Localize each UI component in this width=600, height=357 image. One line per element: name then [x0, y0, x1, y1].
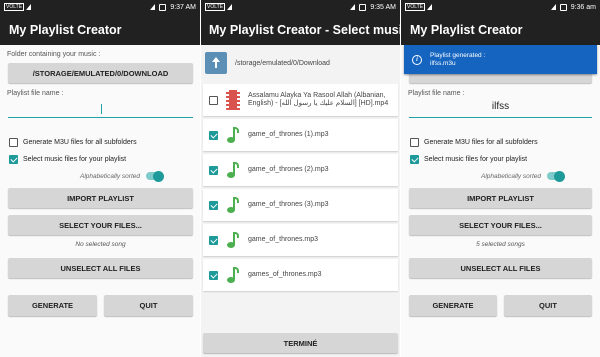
m3u-subfolders-option[interactable]: Generate M3U files for all subfolders	[410, 138, 538, 147]
file-name: game_of_thrones.mp3	[248, 236, 319, 243]
file-checkbox[interactable]	[209, 130, 218, 140]
wifi-icon	[150, 4, 156, 10]
generate-button[interactable]: GENERATE	[8, 295, 97, 316]
import-playlist-button[interactable]: IMPORT PLAYLIST	[409, 188, 592, 208]
sort-label: Alphabetically sorted	[80, 172, 140, 180]
selection-info: No selected song	[75, 241, 126, 248]
file-row-3[interactable]: game_of_thrones (3).mp3	[203, 189, 398, 221]
music-note-icon	[226, 161, 240, 179]
music-note-icon	[226, 231, 240, 249]
file-checkbox[interactable]	[209, 235, 218, 245]
done-button[interactable]: TERMINÉ	[203, 333, 398, 353]
file-row-5[interactable]: games_of_thrones.mp3	[203, 259, 398, 291]
m3u-subfolders-checkbox[interactable]	[9, 138, 18, 147]
divider	[400, 0, 401, 357]
playlist-name-label: Playlist file name :	[408, 90, 465, 97]
select-files-checkbox[interactable]	[410, 155, 419, 164]
unselect-all-button[interactable]: UNSELECT ALL FILES	[8, 258, 193, 278]
status-bar: VOLTE 9:35 AM	[201, 0, 400, 14]
music-note-icon	[226, 126, 240, 144]
sort-toggle[interactable]	[145, 170, 164, 182]
screenshot-collage: VOLTE 9:37 AM My Playlist Creator Folder…	[0, 0, 600, 357]
file-name: Assalamu Alayka Ya Rasool Allah (Albania…	[248, 92, 389, 107]
m3u-subfolders-label: Generate M3U files for all subfolders	[424, 139, 538, 146]
toast-message: Playlist generated : ilfss.m3u	[430, 51, 486, 67]
current-path: /storage/emulated/0/Download	[235, 59, 330, 67]
m3u-subfolders-checkbox[interactable]	[410, 138, 419, 147]
folder-button[interactable]: /STORAGE/EMULATED/0/DOWNLOAD	[8, 63, 193, 83]
playlist-name-label: Playlist file name :	[7, 90, 64, 97]
m3u-subfolders-option[interactable]: Generate M3U files for all subfolders	[9, 138, 137, 147]
status-time: 9:36 am	[570, 3, 596, 11]
status-bar: VOLTE 9:37 AM	[0, 0, 200, 14]
music-note-icon	[226, 266, 240, 284]
signal-icon	[427, 4, 433, 10]
select-files-option[interactable]: Select music files for your playlist	[9, 155, 126, 164]
text-cursor	[100, 104, 102, 114]
select-files-button[interactable]: SELECT YOUR FILES...	[409, 215, 592, 235]
info-icon: i	[412, 54, 422, 65]
app-title: My Playlist Creator - Select music...	[201, 14, 400, 45]
select-files-button[interactable]: SELECT YOUR FILES...	[8, 215, 193, 235]
status-time: 9:35 AM	[370, 3, 396, 11]
playlist-name-input[interactable]: ilfss	[409, 101, 592, 118]
music-note-icon	[226, 196, 240, 214]
import-playlist-button[interactable]: IMPORT PLAYLIST	[8, 188, 193, 208]
screen-main-empty: VOLTE 9:37 AM My Playlist Creator Folder…	[0, 0, 200, 357]
signal-icon	[227, 4, 233, 10]
file-checkbox[interactable]	[209, 200, 218, 210]
file-name: game_of_thrones (2).mp3	[248, 166, 329, 173]
status-time: 9:37 AM	[170, 3, 196, 11]
sort-option[interactable]: Alphabetically sorted	[80, 170, 164, 182]
screen-select-music: VOLTE 9:35 AM My Playlist Creator - Sele…	[201, 0, 400, 357]
file-name: game_of_thrones (1).mp3	[248, 131, 329, 138]
folder-label: Folder containing your music :	[7, 51, 101, 58]
playlist-name-input[interactable]	[8, 101, 193, 118]
volte-badge: VOLTE	[4, 3, 25, 11]
divider	[200, 0, 201, 357]
playlist-generated-toast: i Playlist generated : ilfss.m3u	[404, 45, 597, 74]
battery-icon	[359, 3, 367, 11]
sort-label: Alphabetically sorted	[481, 172, 541, 180]
select-files-option[interactable]: Select music files for your playlist	[410, 155, 527, 164]
quit-button[interactable]: QUIT	[104, 295, 193, 316]
status-bar: VOLTE 9:36 am	[401, 0, 600, 14]
current-folder-row: /storage/emulated/0/Download	[201, 45, 400, 81]
sort-toggle[interactable]	[546, 170, 565, 182]
file-name: game_of_thrones (3).mp3	[248, 201, 329, 208]
battery-icon	[559, 3, 567, 11]
volte-badge: VOLTE	[205, 3, 226, 11]
file-row-2[interactable]: game_of_thrones (2).mp3	[203, 154, 398, 186]
unselect-all-button[interactable]: UNSELECT ALL FILES	[409, 258, 592, 278]
volte-badge: VOLTE	[405, 3, 426, 11]
file-row-1[interactable]: game_of_thrones (1).mp3	[203, 119, 398, 151]
battery-icon	[159, 3, 167, 11]
m3u-subfolders-label: Generate M3U files for all subfolders	[23, 139, 137, 146]
app-title: My Playlist Creator	[0, 14, 200, 45]
file-checkbox[interactable]	[209, 95, 218, 105]
file-checkbox[interactable]	[209, 270, 218, 280]
folder-up-icon[interactable]	[205, 52, 227, 74]
selection-info: 5 selected songs	[476, 241, 525, 248]
file-row-0[interactable]: Assalamu Alayka Ya Rasool Allah (Albania…	[203, 84, 398, 116]
file-checkbox[interactable]	[209, 165, 218, 175]
select-files-checkbox[interactable]	[9, 155, 18, 164]
video-file-icon	[226, 90, 240, 110]
file-name: games_of_thrones.mp3	[248, 271, 322, 278]
select-files-label: Select music files for your playlist	[23, 156, 127, 163]
wifi-icon	[350, 4, 356, 10]
file-row-4[interactable]: game_of_thrones.mp3	[203, 224, 398, 256]
app-title: My Playlist Creator	[401, 14, 600, 45]
select-files-label: Select music files for your playlist	[424, 156, 528, 163]
wifi-icon	[550, 4, 556, 10]
screen-main-generated: VOLTE 9:36 am My Playlist Creator i Play…	[401, 0, 600, 357]
generate-button[interactable]: GENERATE	[409, 295, 497, 316]
sort-option[interactable]: Alphabetically sorted	[481, 170, 565, 182]
quit-button[interactable]: QUIT	[504, 295, 592, 316]
signal-icon	[26, 4, 32, 10]
